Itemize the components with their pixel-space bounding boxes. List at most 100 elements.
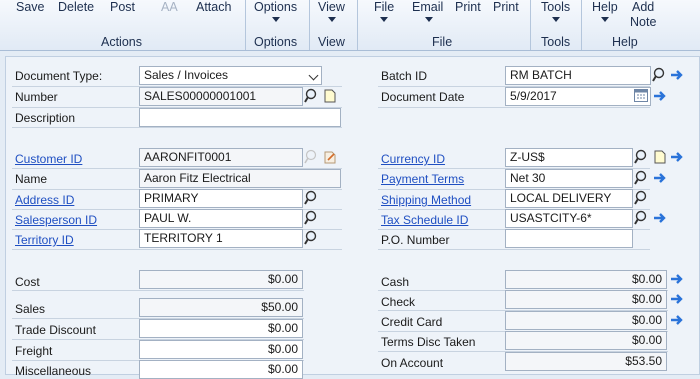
help-group-label: Help — [612, 35, 638, 49]
arrow-right-icon[interactable] — [652, 210, 668, 226]
freight-label: Freight — [15, 344, 53, 358]
check-field[interactable]: $0.00 — [505, 290, 667, 309]
post-button[interactable]: Post — [110, 0, 135, 14]
aa-button[interactable]: AA — [161, 0, 178, 14]
arrow-right-icon[interactable] — [669, 149, 685, 165]
lookup-icon[interactable] — [652, 67, 668, 83]
miscellaneous-field[interactable]: $0.00 — [139, 360, 303, 379]
document-date-field[interactable]: 5/9/2017 — [505, 87, 651, 106]
ribbon-toolbar: Save Delete Post AA Attach Actions Optio… — [0, 0, 700, 51]
name-label: Name — [15, 172, 48, 186]
lookup-icon[interactable] — [634, 149, 650, 165]
actions-group-label: Actions — [101, 35, 142, 49]
view-button[interactable]: View — [318, 0, 345, 14]
options-group-label: Options — [254, 35, 298, 49]
customer-id-field[interactable]: AARONFIT0001 — [139, 148, 303, 167]
cash-label: Cash — [381, 275, 410, 289]
arrow-right-icon[interactable] — [652, 88, 668, 104]
terms-disc-taken-field[interactable]: $0.00 — [505, 331, 667, 350]
document-type-value: Sales / Invoices — [144, 68, 229, 82]
divider — [12, 249, 342, 250]
currency-id-field[interactable]: Z-US$ — [505, 148, 633, 167]
arrow-right-icon[interactable] — [669, 312, 685, 328]
salesperson-id-link[interactable]: Salesperson ID — [15, 213, 97, 227]
add-note-button-line2[interactable]: Note — [630, 15, 656, 29]
tools-button[interactable]: Tools — [541, 0, 570, 14]
chevron-down-icon — [308, 70, 319, 81]
lookup-icon[interactable] — [304, 210, 320, 226]
credit-card-label: Credit Card — [381, 315, 443, 329]
lookup-icon[interactable] — [634, 210, 650, 226]
salesperson-id-field[interactable]: PAUL W. — [139, 209, 303, 228]
currency-id-link[interactable]: Currency ID — [381, 152, 445, 166]
edit-note-icon[interactable] — [322, 149, 338, 165]
credit-card-field[interactable]: $0.00 — [505, 311, 667, 330]
attach-button[interactable]: Attach — [196, 0, 231, 14]
batch-id-field[interactable]: RM BATCH — [505, 66, 651, 85]
lookup-icon[interactable] — [634, 170, 650, 186]
arrow-right-icon[interactable] — [669, 271, 685, 287]
description-label: Description — [15, 111, 76, 125]
print-button[interactable]: Print — [455, 0, 481, 14]
file-button[interactable]: File — [374, 0, 394, 14]
sales-field[interactable]: $50.00 — [139, 298, 303, 317]
delete-button[interactable]: Delete — [58, 0, 94, 14]
terms-disc-taken-label: Terms Disc Taken — [381, 335, 476, 349]
tax-schedule-id-link[interactable]: Tax Schedule ID — [381, 213, 468, 227]
cost-field[interactable]: $0.00 — [139, 270, 303, 289]
chevron-down-icon — [380, 17, 388, 22]
arrow-right-icon[interactable] — [652, 170, 668, 186]
divider — [12, 290, 304, 291]
on-account-label: On Account — [381, 356, 444, 370]
number-field[interactable]: SALES00000001001 — [139, 87, 303, 106]
lookup-icon[interactable] — [634, 190, 650, 206]
address-id-field[interactable]: PRIMARY — [139, 189, 303, 208]
lookup-disabled-icon — [304, 149, 317, 164]
chevron-down-icon — [552, 17, 560, 22]
territory-id-link[interactable]: Territory ID — [15, 233, 74, 247]
po-number-field[interactable] — [505, 229, 633, 248]
check-label: Check — [381, 295, 416, 309]
options-button[interactable]: Options — [254, 0, 297, 14]
calendar-icon[interactable] — [634, 89, 648, 102]
customer-id-link[interactable]: Customer ID — [15, 152, 82, 166]
address-id-link[interactable]: Address ID — [15, 193, 74, 207]
shipping-method-field[interactable]: LOCAL DELIVERY — [505, 189, 633, 208]
ribbon-separator — [581, 0, 582, 50]
batch-id-label: Batch ID — [381, 69, 428, 83]
miscellaneous-label: Miscellaneous — [15, 364, 92, 378]
chevron-down-icon — [601, 17, 609, 22]
payment-terms-link[interactable]: Payment Terms — [381, 172, 464, 186]
name-field[interactable]: Aaron Fitz Electrical — [139, 169, 341, 188]
arrow-right-icon[interactable] — [669, 291, 685, 307]
shipping-method-link[interactable]: Shipping Method — [381, 193, 471, 207]
trade-discount-field[interactable]: $0.00 — [139, 319, 303, 338]
payment-terms-field[interactable]: Net 30 — [505, 169, 633, 188]
tax-schedule-id-field[interactable]: USASTCITY-6* — [505, 209, 633, 228]
ribbon-separator — [245, 0, 246, 50]
lookup-icon[interactable] — [304, 190, 320, 206]
ribbon-separator — [357, 0, 358, 50]
chevron-down-icon — [328, 17, 336, 22]
document-date-label: Document Date — [381, 90, 465, 104]
description-field[interactable] — [139, 108, 341, 127]
lookup-icon[interactable] — [304, 230, 320, 246]
territory-id-field[interactable]: TERRITORY 1 — [139, 229, 303, 248]
cash-field[interactable]: $0.00 — [505, 270, 667, 289]
chevron-down-icon — [272, 17, 280, 22]
divider — [12, 127, 342, 128]
add-note-button-line1[interactable]: Add — [632, 0, 654, 14]
arrow-right-icon[interactable] — [669, 67, 685, 83]
lookup-icon[interactable] — [304, 88, 320, 104]
email-button[interactable]: Email — [412, 0, 443, 14]
document-type-select[interactable]: Sales / Invoices — [139, 66, 322, 85]
print-button-2[interactable]: Print — [493, 0, 519, 14]
save-button[interactable]: Save — [16, 0, 45, 14]
freight-field[interactable]: $0.00 — [139, 340, 303, 359]
new-document-icon[interactable] — [652, 149, 668, 165]
new-document-icon[interactable] — [322, 88, 338, 104]
on-account-field[interactable]: $53.50 — [505, 352, 667, 371]
help-button[interactable]: Help — [592, 0, 618, 14]
view-group-label: View — [318, 35, 345, 49]
chevron-down-icon — [425, 17, 433, 22]
